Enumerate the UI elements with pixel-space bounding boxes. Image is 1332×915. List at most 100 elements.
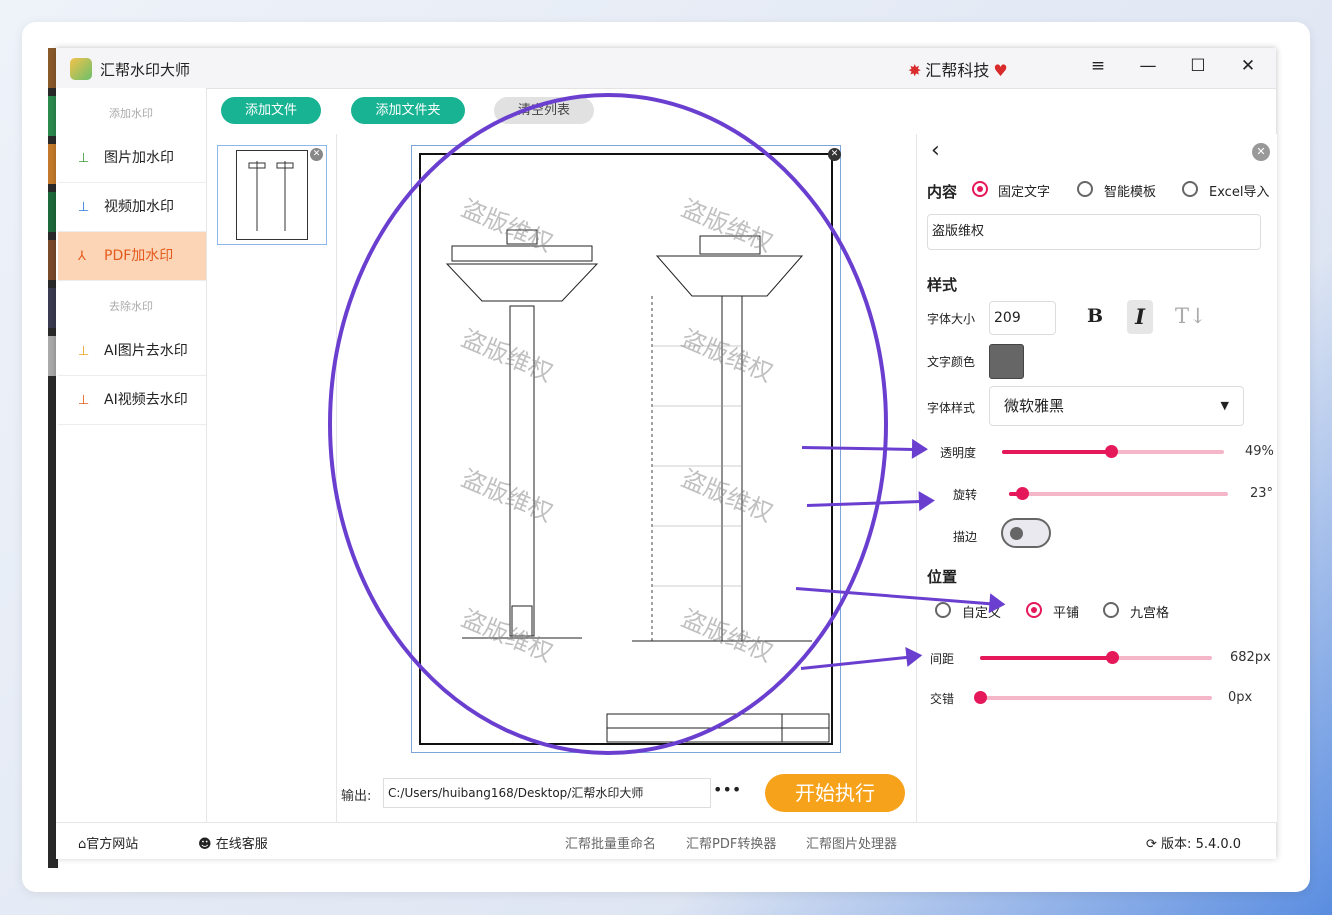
browse-button[interactable]: ••• bbox=[713, 780, 741, 799]
content-option-label: 智能模板 bbox=[1104, 185, 1157, 200]
sidebar-item-image-watermark[interactable]: ⊥ 图片加水印 bbox=[58, 134, 206, 183]
rotate-value: 23° bbox=[1250, 486, 1274, 501]
file-list: ✕ bbox=[211, 134, 337, 822]
sidebar-item-label: PDF加水印 bbox=[104, 248, 174, 264]
stroke-toggle-knob bbox=[1010, 527, 1023, 540]
rotate-slider[interactable] bbox=[1009, 487, 1228, 500]
stagger-value: 0px bbox=[1228, 690, 1253, 705]
tool-link-rename[interactable]: 汇帮批量重命名 bbox=[565, 833, 656, 852]
brand-logo-icon: ✸ bbox=[908, 61, 922, 80]
start-button[interactable]: 开始执行 bbox=[765, 774, 905, 812]
version-number: 5.4.0.0 bbox=[1195, 837, 1242, 852]
tool-link-image-processor[interactable]: 汇帮图片处理器 bbox=[806, 833, 897, 852]
content-option-label: 固定文字 bbox=[998, 185, 1051, 200]
refresh-icon: ⟳ bbox=[1146, 837, 1162, 852]
font-size-input[interactable]: 209 bbox=[989, 301, 1056, 335]
position-option-label: 平铺 bbox=[1053, 606, 1080, 621]
strike-text-button[interactable]: T↓ bbox=[1175, 304, 1207, 328]
heart-icon: ♥ bbox=[993, 61, 1008, 80]
watermark-text-input[interactable]: 盗版维权 bbox=[927, 214, 1261, 250]
spacing-label: 间距 bbox=[930, 652, 955, 666]
settings-panel: ‹ ✕ 内容 固定文字 智能模板 Excel导入 盗版维权 样式 字体大小 20… bbox=[916, 134, 1277, 822]
chevron-down-icon: ▼ bbox=[1220, 399, 1229, 412]
opacity-slider-knob[interactable] bbox=[1104, 445, 1118, 458]
spacing-value: 682px bbox=[1230, 650, 1271, 665]
stagger-slider-knob[interactable] bbox=[974, 691, 987, 704]
content-fixed-text-radio[interactable] bbox=[972, 181, 988, 197]
sidebar-item-label: AI视频去水印 bbox=[104, 392, 188, 408]
rotate-label: 旋转 bbox=[953, 488, 978, 502]
website-label: 官方网站 bbox=[86, 837, 139, 852]
minimize-button[interactable]: — bbox=[1136, 56, 1160, 76]
ai-video-icon: ⊥ bbox=[78, 393, 90, 408]
style-label: 样式 bbox=[927, 276, 958, 294]
position-tile-radio[interactable] bbox=[1026, 602, 1042, 618]
thumbnail-drawing bbox=[248, 161, 294, 231]
version-label: 版本: bbox=[1161, 837, 1192, 852]
back-icon[interactable]: ‹ bbox=[931, 138, 940, 163]
ai-image-icon: ⊥ bbox=[78, 344, 90, 359]
sidebar-item-label: 图片加水印 bbox=[104, 150, 174, 166]
strike-text-label: T bbox=[1175, 304, 1190, 328]
image-stamp-icon: ⊥ bbox=[78, 151, 90, 166]
stroke-label: 描边 bbox=[953, 530, 978, 544]
opacity-slider-fill bbox=[1002, 450, 1111, 454]
annotation-ellipse bbox=[328, 93, 888, 755]
position-option-label: 九宫格 bbox=[1130, 606, 1170, 621]
content-option-label: Excel导入 bbox=[1209, 185, 1270, 200]
position-custom-radio[interactable] bbox=[935, 602, 951, 618]
opacity-slider[interactable] bbox=[1002, 445, 1224, 458]
rotate-slider-knob[interactable] bbox=[1016, 487, 1030, 500]
font-style-label: 字体样式 bbox=[927, 401, 976, 415]
stagger-slider[interactable] bbox=[974, 691, 1212, 704]
file-thumbnail[interactable]: ✕ bbox=[217, 145, 327, 245]
output-path-field[interactable]: C:/Users/huibang168/Desktop/汇帮水印大师 bbox=[383, 778, 711, 808]
brand-name: 汇帮科技 bbox=[925, 61, 990, 80]
pdf-icon: ⅄ bbox=[78, 249, 86, 264]
remove-file-icon[interactable]: ✕ bbox=[310, 148, 323, 161]
text-color-swatch[interactable] bbox=[989, 344, 1024, 379]
spacing-slider[interactable] bbox=[980, 651, 1212, 664]
close-button[interactable]: ✕ bbox=[1236, 56, 1260, 76]
maximize-button[interactable]: ☐ bbox=[1186, 56, 1210, 76]
video-stamp-icon: ⊥ bbox=[78, 200, 90, 215]
tool-link-pdf-converter[interactable]: 汇帮PDF转换器 bbox=[686, 833, 776, 852]
content-excel-import-radio[interactable] bbox=[1182, 181, 1198, 197]
headset-icon: ☻ bbox=[198, 837, 216, 852]
support-label: 在线客服 bbox=[215, 837, 268, 852]
spacing-slider-knob[interactable] bbox=[1106, 651, 1120, 664]
position-nine-grid-radio[interactable] bbox=[1103, 602, 1119, 618]
section-add-watermark: 添加水印 bbox=[109, 107, 153, 120]
add-file-button[interactable]: 添加文件 bbox=[221, 97, 321, 124]
font-family-select[interactable]: 微软雅黑 ▼ bbox=[989, 386, 1244, 426]
stagger-label: 交错 bbox=[930, 692, 955, 706]
sidebar-item-ai-image-remove[interactable]: ⊥ AI图片去水印 bbox=[58, 327, 206, 376]
version-info[interactable]: ⟳ 版本: 5.4.0.0 bbox=[1146, 833, 1241, 852]
content-smart-template-radio[interactable] bbox=[1077, 181, 1093, 197]
sidebar-item-pdf-watermark[interactable]: ⅄ PDF加水印 bbox=[58, 232, 206, 281]
section-remove-watermark: 去除水印 bbox=[109, 300, 153, 313]
footer: ⌂官方网站 ☻ 在线客服 汇帮批量重命名 汇帮PDF转换器 汇帮图片处理器 ⟳ … bbox=[56, 822, 1276, 859]
sidebar-item-video-watermark[interactable]: ⊥ 视频加水印 bbox=[58, 183, 206, 232]
thumbnail-page bbox=[236, 150, 308, 240]
stroke-toggle[interactable] bbox=[1001, 518, 1051, 548]
brand: ✸ 汇帮科技 ♥ bbox=[908, 57, 1008, 81]
bold-button[interactable]: B bbox=[1087, 305, 1103, 327]
menu-icon[interactable]: ≡ bbox=[1086, 56, 1110, 76]
close-panel-icon[interactable]: ✕ bbox=[1252, 143, 1270, 161]
font-family-value: 微软雅黑 bbox=[1004, 397, 1065, 415]
sidebar-item-label: AI图片去水印 bbox=[104, 343, 188, 359]
opacity-label: 透明度 bbox=[940, 446, 977, 460]
sidebar-item-label: 视频加水印 bbox=[104, 199, 174, 215]
app-title: 汇帮水印大师 bbox=[100, 61, 191, 79]
font-size-label: 字体大小 bbox=[927, 312, 976, 326]
position-label: 位置 bbox=[927, 568, 958, 586]
content-label: 内容 bbox=[927, 183, 958, 201]
sidebar: 添加水印 ⊥ 图片加水印 ⊥ 视频加水印 ⅄ PDF加水印 去除水印 ⊥ AI图片去水印… bbox=[56, 88, 207, 822]
app-window: 汇帮水印大师 ✸ 汇帮科技 ♥ ≡ — ☐ ✕ 添加水印 ⊥ 图片加水印 ⊥ 视频加水印… bbox=[56, 48, 1277, 859]
support-link[interactable]: ☻ 在线客服 bbox=[198, 833, 268, 852]
text-color-label: 文字颜色 bbox=[927, 355, 976, 369]
italic-button[interactable]: I bbox=[1127, 300, 1153, 334]
website-link[interactable]: ⌂官方网站 bbox=[78, 833, 138, 852]
sidebar-item-ai-video-remove[interactable]: ⊥ AI视频去水印 bbox=[58, 376, 206, 425]
